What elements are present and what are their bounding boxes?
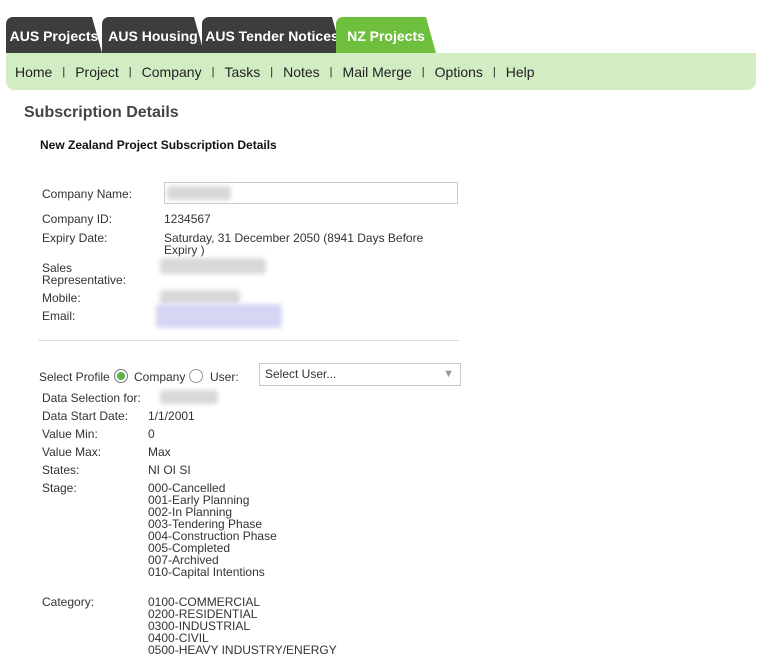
value-max-value: Max [148, 445, 171, 459]
nav-mail-merge[interactable]: Mail Merge [343, 64, 412, 80]
radio-user[interactable] [189, 369, 203, 383]
company-id-value: 1234567 [164, 212, 211, 226]
nav-separator: | [421, 65, 425, 78]
radio-company-label[interactable]: Company [134, 371, 185, 383]
expiry-date-value: Saturday, 31 December 2050 (8941 Days Be… [164, 232, 423, 256]
expiry-date-label: Expiry Date: [42, 231, 108, 245]
mobile-label: Mobile: [42, 291, 81, 305]
sales-rep-label-line-2: Representative: [42, 273, 127, 287]
category-label: Category: [42, 595, 95, 609]
sales-rep-label: Sales Representative: [42, 262, 126, 286]
stage-list: 000-Cancelled 001-Early Planning 002-In … [148, 482, 277, 578]
category-item: 0500-HEAVY INDUSTRY/ENERGY [148, 643, 337, 657]
stage-item: 010-Capital Intentions [148, 565, 265, 579]
nav-separator: | [128, 65, 132, 78]
nav-tasks[interactable]: Tasks [224, 64, 260, 80]
tab-nz-projects[interactable]: NZ Projects [336, 17, 436, 53]
states-value: NI OI SI [148, 463, 191, 477]
nav-help[interactable]: Help [506, 64, 535, 80]
tab-aus-housing[interactable]: AUS Housing [102, 17, 204, 53]
section-divider [38, 340, 459, 341]
nav-home[interactable]: Home [15, 64, 52, 80]
data-selection-label: Data Selection for: [42, 391, 141, 405]
nav-separator: | [270, 65, 274, 78]
section-title: New Zealand Project Subscription Details [40, 138, 277, 152]
company-id-label: Company ID: [42, 212, 113, 226]
redacted-company-name [167, 186, 231, 200]
radio-user-label[interactable]: User: [210, 371, 239, 383]
radio-company[interactable] [114, 369, 128, 383]
main-nav-bar: Home | Project | Company | Tasks | Notes… [6, 53, 756, 90]
nav-company[interactable]: Company [142, 64, 202, 80]
data-start-date-value: 1/1/2001 [148, 409, 195, 423]
tab-aus-projects[interactable]: AUS Projects [6, 17, 102, 53]
states-label: States: [42, 463, 80, 477]
value-min-label: Value Min: [42, 427, 98, 441]
category-list: 0100-COMMERCIAL 0200-RESIDENTIAL 0300-IN… [148, 596, 337, 656]
nav-separator: | [62, 65, 66, 78]
redacted-data-selection [160, 390, 218, 404]
page-title: Subscription Details [24, 104, 179, 121]
redacted-email-link[interactable] [156, 304, 282, 328]
nav-notes[interactable]: Notes [283, 64, 320, 80]
company-name-label: Company Name: [42, 187, 133, 201]
user-select-placeholder: Select User... [265, 367, 337, 381]
tab-aus-tender-notices[interactable]: AUS Tender Notices [202, 17, 342, 53]
value-max-label: Value Max: [42, 445, 102, 459]
nav-separator: | [492, 65, 496, 78]
stage-label: Stage: [42, 481, 77, 495]
data-start-date-label: Data Start Date: [42, 409, 129, 423]
redacted-sales-rep [160, 258, 266, 274]
chevron-down-icon: ▼ [443, 368, 454, 380]
nav-separator: | [329, 65, 333, 78]
nav-options[interactable]: Options [435, 64, 483, 80]
value-min-value: 0 [148, 427, 155, 441]
nav-separator: | [211, 65, 215, 78]
expiry-date-line-2: Expiry ) [164, 243, 205, 257]
select-profile-label: Select Profile [39, 370, 110, 384]
email-label: Email: [42, 309, 76, 323]
nav-project[interactable]: Project [75, 64, 119, 80]
company-name-field[interactable] [164, 182, 458, 204]
redacted-mobile [160, 290, 240, 304]
user-select[interactable]: Select User... ▼ [259, 363, 461, 386]
